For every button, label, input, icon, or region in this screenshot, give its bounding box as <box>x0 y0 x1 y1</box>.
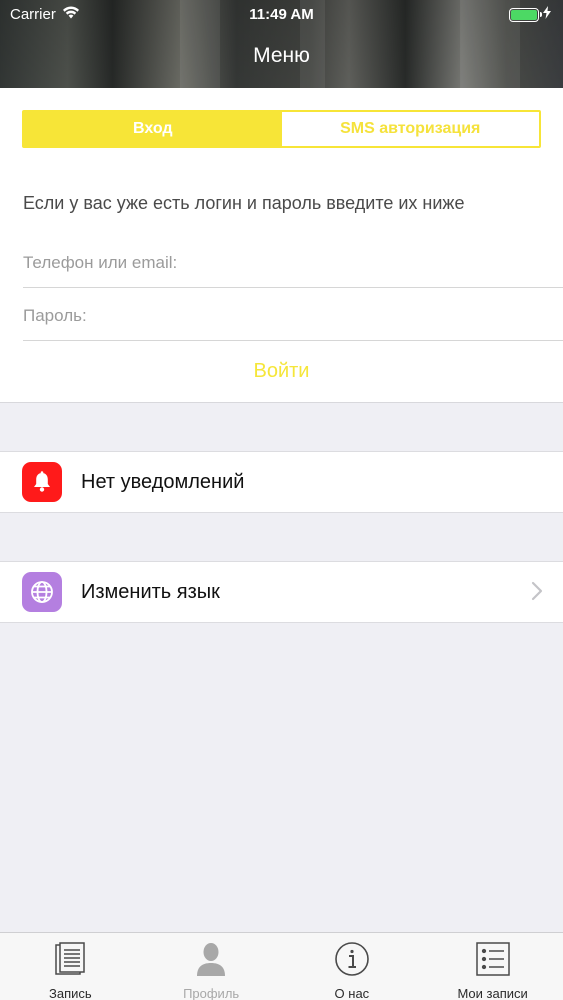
change-language-row[interactable]: Изменить язык <box>0 561 563 623</box>
change-language-label: Изменить язык <box>81 580 220 603</box>
login-button[interactable]: Войти <box>0 360 563 383</box>
tab-booking-label: Запись <box>49 986 92 1000</box>
login-card: Вход SMS авторизация Если у вас уже есть… <box>0 88 563 403</box>
phone-email-input[interactable] <box>23 252 563 273</box>
notifications-label: Нет уведомлений <box>81 470 245 493</box>
password-input[interactable] <box>23 305 563 326</box>
tab-about[interactable]: О нас <box>282 933 423 1000</box>
battery-indicator <box>509 6 551 23</box>
phone-email-field-container <box>23 238 563 288</box>
tab-my-bookings[interactable]: Мои записи <box>422 933 563 1000</box>
login-mode-segmented-control: Вход SMS авторизация <box>22 110 541 148</box>
login-hint: Если у вас уже есть логин и пароль введи… <box>23 193 465 213</box>
tab-my-bookings-label: Мои записи <box>457 986 528 1000</box>
bell-icon <box>22 462 62 502</box>
tab-about-label: О нас <box>334 986 370 1000</box>
page-title: Меню <box>253 44 310 67</box>
document-icon <box>52 941 88 982</box>
tab-profile-label: Профиль <box>183 986 240 1000</box>
charging-icon <box>543 6 551 23</box>
tab-sms-auth[interactable]: SMS авторизация <box>281 112 539 146</box>
tab-login[interactable]: Вход <box>24 112 282 146</box>
battery-icon <box>509 7 542 22</box>
status-time: 11:49 AM <box>249 6 314 23</box>
tab-profile[interactable]: Профиль <box>141 933 282 1000</box>
tab-bar: Запись Профиль О нас Мои записи <box>0 932 563 1000</box>
header: Carrier 11:49 AM Меню <box>0 0 563 88</box>
password-field-container <box>23 291 563 341</box>
list-icon <box>475 941 511 982</box>
notifications-row[interactable]: Нет уведомлений <box>0 451 563 513</box>
status-bar: Carrier 11:49 AM <box>0 0 563 30</box>
person-icon <box>193 941 229 982</box>
chevron-right-icon <box>531 581 543 606</box>
globe-icon <box>22 572 62 612</box>
info-icon <box>334 941 370 982</box>
tab-booking[interactable]: Запись <box>0 933 141 1000</box>
